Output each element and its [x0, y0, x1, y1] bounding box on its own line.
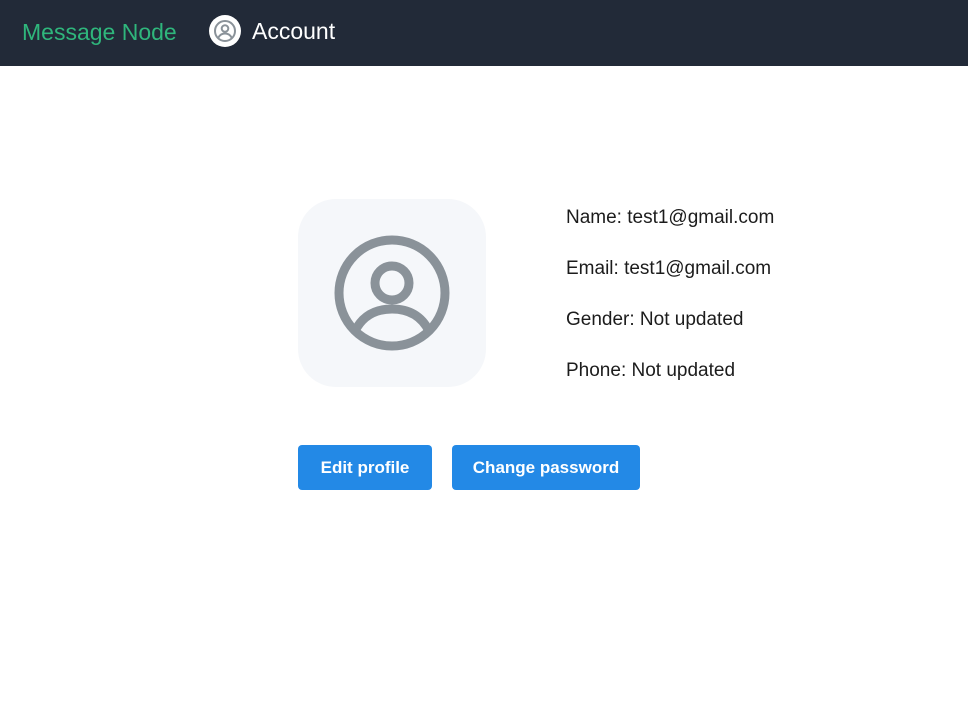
account-label: Account — [252, 18, 336, 44]
user-circle-icon — [209, 15, 241, 47]
profile-avatar — [298, 199, 486, 387]
top-navbar: Message Node Account — [0, 0, 968, 66]
profile-info: Name: test1@gmail.com Email: test1@gmail… — [566, 206, 774, 410]
profile-phone: Phone: Not updated — [566, 360, 736, 381]
user-circle-icon — [334, 235, 450, 351]
edit-profile-button[interactable]: Edit profile — [298, 445, 432, 490]
profile-gender: Gender: Not updated — [566, 309, 744, 330]
change-password-button[interactable]: Change password — [452, 445, 640, 490]
brand-link[interactable]: Message Node — [22, 18, 177, 46]
account-link[interactable]: Account — [209, 14, 335, 48]
profile-name: Name: test1@gmail.com — [566, 207, 775, 228]
profile-email: Email: test1@gmail.com — [566, 258, 772, 279]
